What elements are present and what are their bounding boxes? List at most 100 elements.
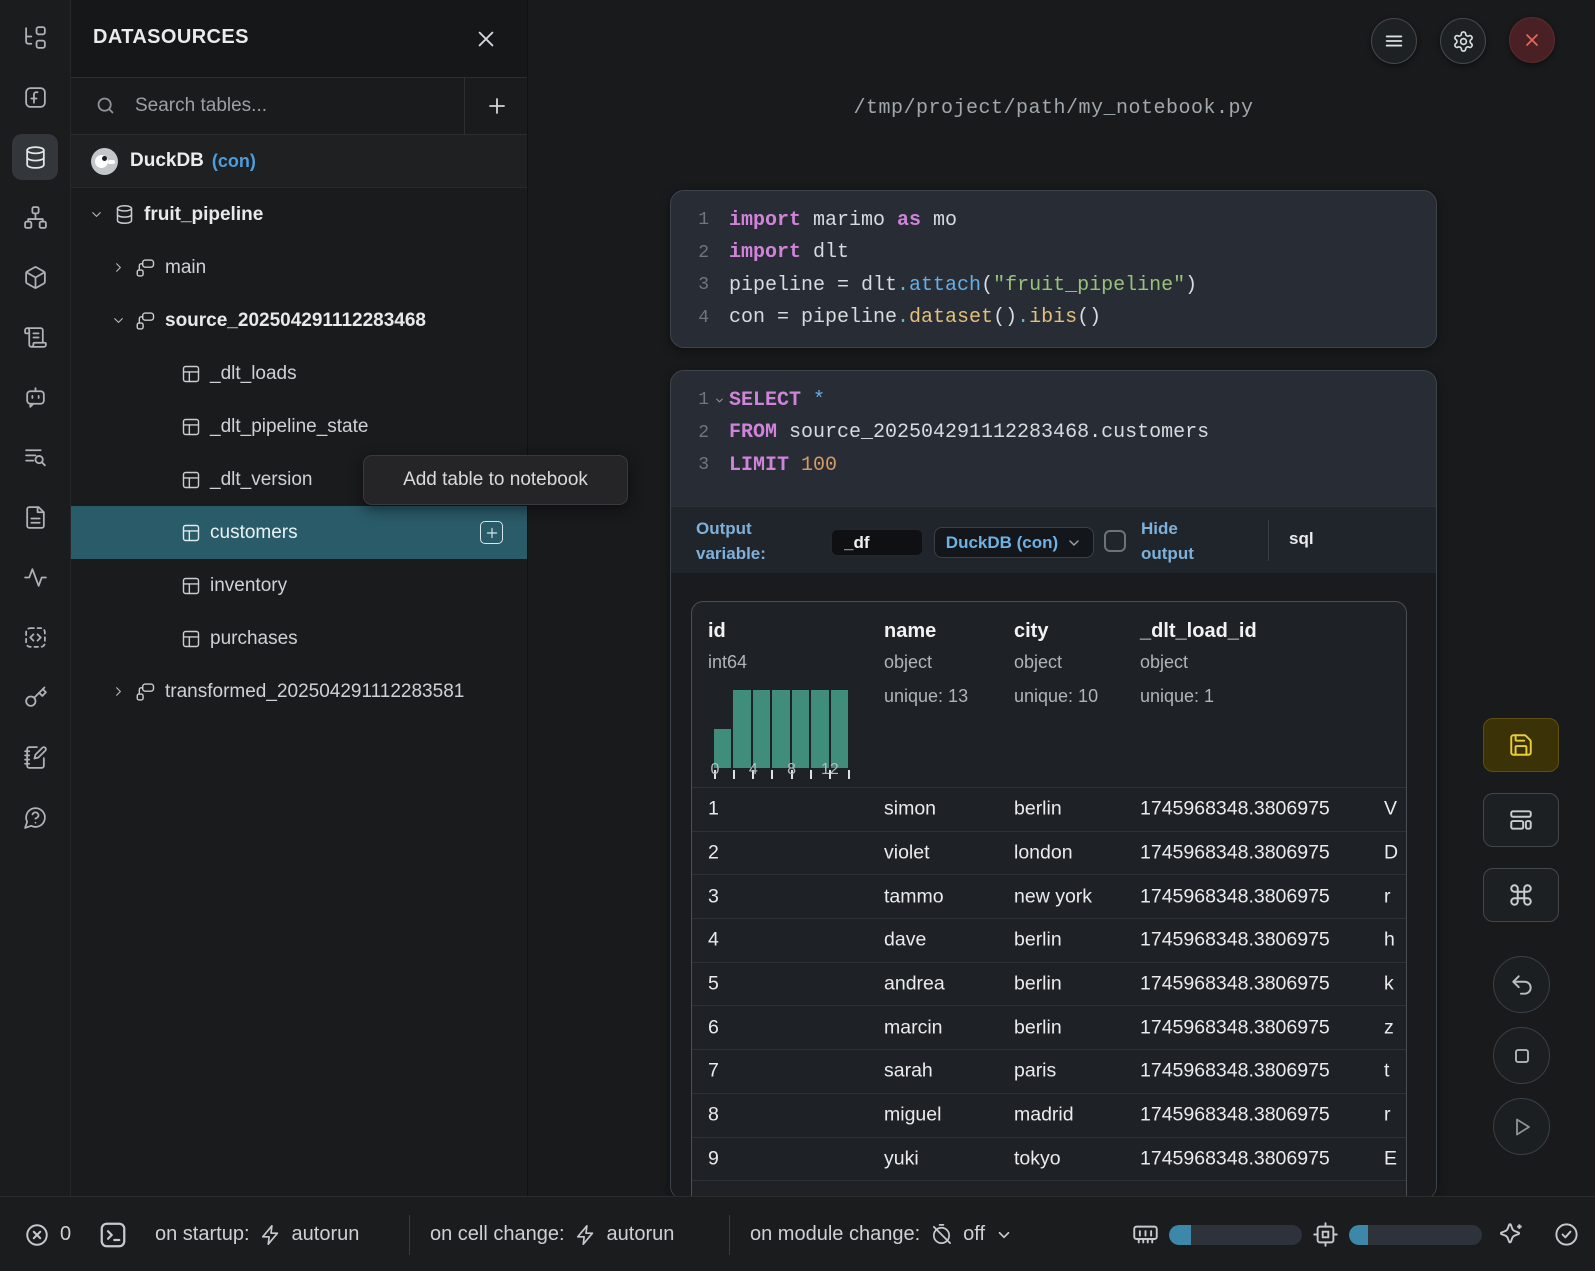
rail-button-secrets[interactable] <box>12 674 58 720</box>
memory-icon <box>1132 1221 1159 1248</box>
zap-icon <box>575 1224 597 1246</box>
ai-assistant-button[interactable] <box>1498 1197 1525 1271</box>
rail-button-documentation[interactable] <box>12 494 58 540</box>
rail-button-tracebacks[interactable] <box>12 434 58 480</box>
code-line-3[interactable]: 3LIMIT 100 <box>671 449 1436 482</box>
rail-button-function[interactable] <box>12 74 58 120</box>
rail-button-help[interactable] <box>12 794 58 840</box>
table-icon <box>181 417 201 437</box>
code-line-1[interactable]: 1import marimo as mo <box>671 204 1436 237</box>
table-row[interactable]: 4daveberlin1745968348.3806975h <box>692 918 1406 962</box>
on-cell-change-value: autorun <box>607 1223 675 1246</box>
code-line-2[interactable]: 2import dlt <box>671 237 1436 270</box>
table-row[interactable]: 7sarahparis1745968348.3806975t <box>692 1049 1406 1093</box>
rail-button-activity[interactable] <box>12 554 58 600</box>
tracebacks-icon <box>23 445 48 470</box>
table-row[interactable]: 5andreaberlin1745968348.3806975k <box>692 962 1406 1006</box>
rail-button-scratchpad[interactable] <box>12 734 58 780</box>
code-line-2[interactable]: 2FROM source_202504291112283468.customer… <box>671 417 1436 450</box>
connection-row-duckdb[interactable]: DuckDB (con) <box>71 135 527 188</box>
run-button[interactable] <box>1493 1098 1550 1155</box>
engine-dropdown[interactable]: DuckDB (con) <box>934 527 1094 558</box>
table-icon <box>181 364 201 384</box>
table-row[interactable]: 1simonberlin1745968348.3806975V <box>692 787 1406 831</box>
undo-button[interactable] <box>1493 956 1550 1013</box>
code-line-4[interactable]: 4con = pipeline.dataset().ibis() <box>671 302 1436 335</box>
cpu-icon <box>1312 1221 1339 1248</box>
rail-button-file-tree[interactable] <box>12 14 58 60</box>
column-name: _dlt_load_id <box>1140 620 1257 643</box>
tree-item-source_202504291112283468[interactable]: source_202504291112283468 <box>71 294 527 347</box>
notebook-path[interactable]: /tmp/project/path/my_notebook.py <box>670 97 1437 120</box>
table-icon <box>181 523 201 543</box>
on-module-change-setting[interactable]: on module change: off <box>750 1197 1013 1271</box>
save-button[interactable] <box>1483 718 1559 772</box>
table-row[interactable]: 6marcinberlin1745968348.3806975z <box>692 1005 1406 1049</box>
rail-button-logs[interactable] <box>12 314 58 360</box>
activity-icon <box>23 565 48 590</box>
terminal-button[interactable] <box>95 1217 131 1253</box>
chevron-down-icon[interactable] <box>88 207 104 222</box>
close-panel-icon[interactable] <box>471 24 501 54</box>
on-startup-setting[interactable]: on startup: autorun <box>155 1197 359 1271</box>
table-cell: r <box>1384 885 1391 908</box>
connection-status-button[interactable] <box>1553 1197 1580 1271</box>
tree-item-label: main <box>165 257 206 279</box>
chevron-down-icon[interactable] <box>110 313 126 328</box>
table-row[interactable]: 3tammonew york1745968348.3806975r <box>692 874 1406 918</box>
rail-button-dependencies[interactable] <box>12 194 58 240</box>
chevron-right-icon[interactable] <box>110 260 126 275</box>
add-table-to-notebook-button[interactable] <box>480 521 503 544</box>
tree-item-purchases[interactable]: purchases <box>71 612 527 665</box>
command-palette-button[interactable] <box>1483 868 1559 922</box>
command-icon <box>1508 882 1534 908</box>
settings-button[interactable] <box>1440 18 1486 64</box>
hide-output-checkbox[interactable] <box>1104 530 1126 552</box>
rail-button-chat[interactable] <box>12 374 58 420</box>
code-line-3[interactable]: 3pipeline = dlt.attach("fruit_pipeline") <box>671 269 1436 302</box>
tree-item-_dlt_loads[interactable]: _dlt_loads <box>71 347 527 400</box>
tree-item-main[interactable]: main <box>71 241 527 294</box>
fold-chevron-icon[interactable] <box>709 395 729 406</box>
error-counter[interactable]: 0 <box>24 1197 71 1271</box>
table-cell: berlin <box>1014 929 1062 952</box>
connection-name: DuckDB <box>130 150 204 172</box>
layout-toggle-button[interactable] <box>1483 793 1559 847</box>
code-cell-imports[interactable]: 1import marimo as mo2import dlt3pipeline… <box>670 190 1437 348</box>
table-row[interactable]: 8miguelmadrid1745968348.3806975r <box>692 1093 1406 1137</box>
menu-button[interactable] <box>1371 18 1417 64</box>
ram-meter <box>1169 1225 1302 1245</box>
hide-output-label: Hide output <box>1141 516 1211 566</box>
chevron-right-icon[interactable] <box>110 684 126 699</box>
column-unique-count: unique: 10 <box>1014 686 1098 707</box>
sql-editor[interactable]: 1SELECT *2FROM source_202504291112283468… <box>671 371 1436 482</box>
tree-item-fruit_pipeline[interactable]: fruit_pipeline <box>71 188 527 241</box>
table-cell: t <box>1384 1060 1389 1083</box>
table-row[interactable]: 2violetlondon1745968348.3806975D <box>692 831 1406 875</box>
rail-button-snippets[interactable] <box>12 614 58 660</box>
cpu-usage <box>1312 1197 1482 1271</box>
tree-item-inventory[interactable]: inventory <box>71 559 527 612</box>
tree-item-customers[interactable]: customers <box>71 506 527 559</box>
code-editor[interactable]: 1import marimo as mo2import dlt3pipeline… <box>671 191 1436 334</box>
tree-item-label: _dlt_loads <box>210 363 297 385</box>
table-row[interactable]: 9yukitokyo1745968348.3806975E <box>692 1137 1406 1181</box>
on-cell-change-setting[interactable]: on cell change: autorun <box>430 1197 674 1271</box>
tree-item-label: source_202504291112283468 <box>165 310 426 332</box>
column-name: name <box>884 620 936 643</box>
code-line-1[interactable]: 1SELECT * <box>671 384 1436 417</box>
sql-cell-config-row: Output variable: DuckDB (con) Hide outpu… <box>671 506 1436 573</box>
id-column-histogram: 04812 <box>714 690 848 782</box>
output-variable-input[interactable] <box>831 529 923 556</box>
database-icon <box>114 204 135 225</box>
tree-item-_dlt_pipeline_state[interactable]: _dlt_pipeline_state <box>71 400 527 453</box>
sql-cell[interactable]: 1SELECT *2FROM source_202504291112283468… <box>670 370 1437 1200</box>
stop-button[interactable] <box>1493 1027 1550 1084</box>
shutdown-button[interactable] <box>1509 17 1555 63</box>
schema-icon <box>136 682 156 702</box>
rail-button-packages[interactable] <box>12 254 58 300</box>
search-input[interactable] <box>135 78 461 134</box>
add-datasource-button[interactable] <box>466 78 527 134</box>
rail-button-datasources[interactable] <box>12 134 58 180</box>
tree-item-transformed_202504291112283581[interactable]: transformed_202504291112283581 <box>71 665 527 718</box>
